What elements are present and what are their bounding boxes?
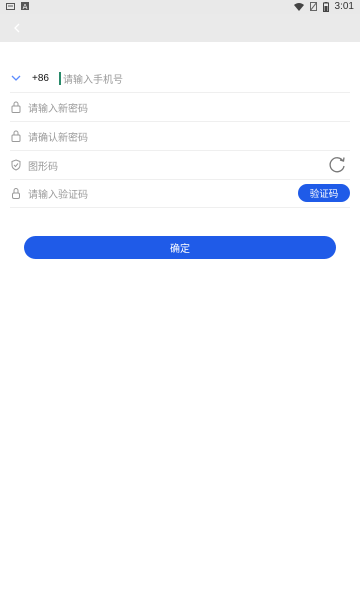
new-password-row: 请输入新密码 [10, 93, 350, 122]
sms-code-row: 请输入验证码 验证码 [10, 179, 350, 208]
chevron-down-icon [11, 75, 21, 81]
lock-icon [10, 101, 22, 113]
shield-icon [10, 159, 22, 171]
captcha-row: 图形码 [10, 151, 350, 180]
country-dropdown-button[interactable] [10, 72, 22, 84]
wifi-icon [293, 2, 304, 11]
back-button[interactable] [10, 20, 26, 36]
battery-icon [322, 1, 329, 12]
phone-row: +86 请输入手机号 [10, 64, 350, 93]
no-sim-icon [309, 2, 317, 11]
sms-code-input[interactable]: 请输入验证码 [28, 186, 88, 201]
alert-icon: A [21, 2, 29, 10]
toolbar [0, 14, 360, 42]
status-bar: A 3:01 [0, 0, 360, 14]
captcha-input[interactable]: 图形码 [28, 158, 58, 173]
get-code-button[interactable]: 验证码 [298, 184, 350, 202]
padlock-icon [10, 187, 22, 199]
lock-icon [10, 130, 22, 142]
confirm-password-row: 请确认新密码 [10, 122, 350, 151]
refresh-icon[interactable] [326, 154, 348, 176]
chevron-left-icon [14, 23, 20, 33]
new-password-input[interactable]: 请输入新密码 [28, 100, 88, 115]
notification-icon [6, 2, 15, 10]
phone-input[interactable]: 请输入手机号 [63, 71, 123, 86]
country-code[interactable]: +86 [32, 73, 49, 84]
confirm-button[interactable]: 确定 [24, 236, 336, 259]
status-time: 3:01 [334, 1, 354, 12]
confirm-password-input[interactable]: 请确认新密码 [28, 129, 88, 144]
text-caret [58, 71, 61, 85]
svg-text:A: A [23, 3, 28, 10]
